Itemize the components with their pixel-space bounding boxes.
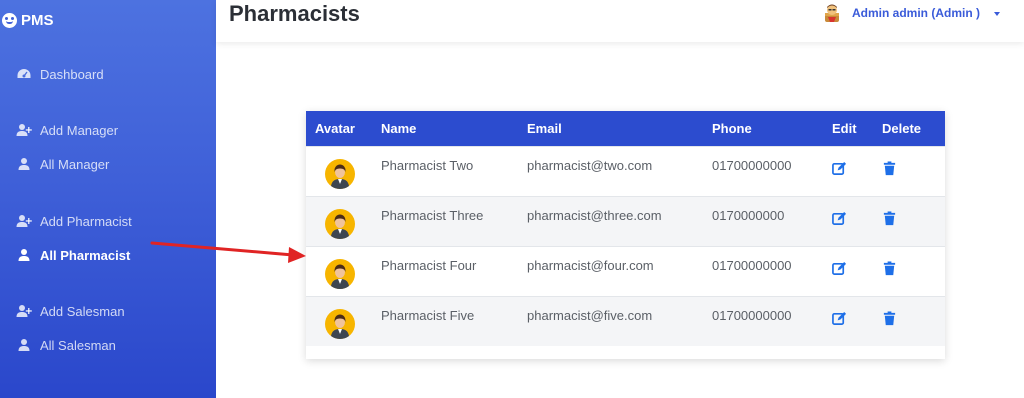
sidebar-item-add-salesman[interactable]: Add Salesman	[16, 301, 125, 321]
pharmacist-phone: 01700000000	[712, 257, 792, 273]
edit-icon[interactable]	[832, 261, 848, 277]
user-plus-icon	[16, 214, 32, 228]
brand[interactable]: PMS	[2, 9, 54, 31]
user-plus-icon	[16, 304, 32, 318]
user-icon	[16, 338, 32, 352]
table-row: Pharmacist Three pharmacist@three.com 01…	[306, 196, 945, 246]
sidebar-item-label: All Salesman	[40, 337, 116, 353]
pharmacist-name: Pharmacist Three	[381, 207, 484, 223]
sidebar-item-add-manager[interactable]: Add Manager	[16, 120, 118, 140]
trash-icon[interactable]	[882, 260, 898, 277]
sidebar-item-dashboard[interactable]: Dashboard	[16, 64, 104, 84]
brand-name: PMS	[21, 11, 54, 29]
avatar-icon	[325, 259, 355, 289]
trash-icon[interactable]	[882, 311, 898, 327]
avatar-icon	[325, 209, 355, 239]
pharmacist-email: pharmacist@three.com	[527, 207, 662, 223]
pharmacist-email: pharmacist@two.com	[527, 157, 653, 173]
sidebar-item-add-pharmacist[interactable]: Add Pharmacist	[16, 211, 132, 231]
pharmacist-phone: 01700000000	[712, 307, 792, 323]
pharmacist-email: pharmacist@five.com	[527, 307, 653, 323]
user-name: Admin admin (Admin )	[852, 6, 980, 20]
column-header-phone: Phone	[712, 120, 752, 136]
trash-icon[interactable]	[882, 160, 898, 177]
pharmacist-email: pharmacist@four.com	[527, 257, 654, 273]
table-header: Avatar Name Email Phone Edit Delete	[306, 111, 945, 146]
sidebar: PMS Dashboard Add Manager All Manager Ad…	[0, 0, 216, 398]
edit-icon[interactable]	[832, 311, 848, 327]
table-row: Pharmacist Four pharmacist@four.com 0170…	[306, 246, 945, 296]
trash-icon[interactable]	[882, 210, 898, 227]
user-menu[interactable]: Admin admin (Admin )	[822, 3, 1000, 23]
page-title: Pharmacists	[229, 1, 360, 26]
sidebar-item-label: All Pharmacist	[40, 247, 131, 263]
table-row: Pharmacist Five pharmacist@five.com 0170…	[306, 296, 945, 346]
user-icon	[16, 157, 32, 171]
pharmacist-phone: 01700000000	[712, 157, 792, 173]
pharmacist-name: Pharmacist Two	[381, 157, 474, 173]
pharmacist-phone: 0170000000	[712, 207, 785, 223]
edit-icon[interactable]	[832, 161, 848, 177]
user-icon	[16, 248, 32, 262]
sidebar-item-all-salesman[interactable]: All Salesman	[16, 335, 116, 355]
user-plus-icon	[16, 123, 32, 137]
dashboard-icon	[16, 67, 32, 81]
column-header-email: Email	[527, 120, 562, 136]
column-header-name: Name	[381, 120, 417, 136]
pharmacist-name: Pharmacist Five	[381, 307, 475, 323]
pharmacists-table-card: Avatar Name Email Phone Edit Delete Phar…	[306, 111, 945, 359]
user-avatar-icon	[825, 4, 839, 22]
sidebar-item-label: Add Pharmacist	[40, 213, 132, 229]
sidebar-item-label: Add Salesman	[40, 303, 125, 319]
sidebar-item-all-pharmacist[interactable]: All Pharmacist	[16, 245, 130, 265]
smile-logo-icon	[2, 12, 17, 28]
avatar-icon	[325, 159, 355, 189]
topbar: Pharmacists Admin admin (Admin )	[216, 0, 1024, 42]
sidebar-item-label: All Manager	[40, 156, 110, 172]
sidebar-item-all-manager[interactable]: All Manager	[16, 154, 109, 174]
avatar-icon	[325, 309, 355, 340]
column-header-delete: Delete	[882, 120, 922, 136]
sidebar-item-label: Dashboard	[40, 66, 104, 82]
chevron-down-icon	[994, 11, 1000, 16]
edit-icon[interactable]	[832, 211, 848, 227]
table-row: Pharmacist Two pharmacist@two.com 017000…	[306, 146, 945, 196]
pharmacist-name: Pharmacist Four	[381, 257, 477, 273]
pharmacists-table: Avatar Name Email Phone Edit Delete Phar…	[306, 111, 945, 346]
column-header-edit: Edit	[832, 120, 857, 136]
sidebar-item-label: Add Manager	[40, 122, 119, 138]
column-header-avatar: Avatar	[315, 120, 355, 136]
